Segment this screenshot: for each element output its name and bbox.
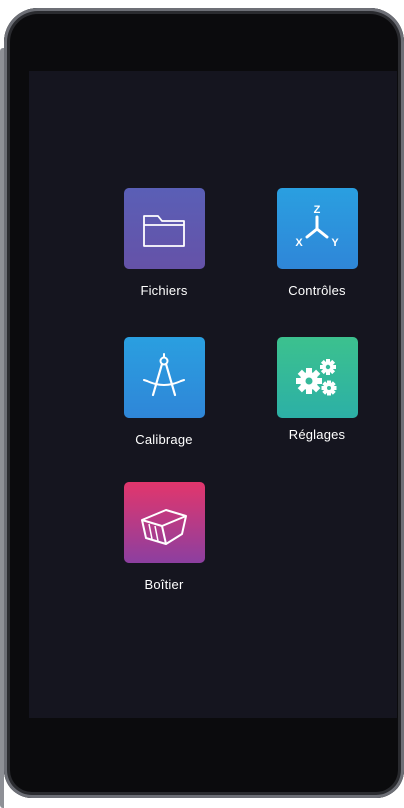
axis-z-label: Z — [314, 204, 321, 216]
home-screen: Fichiers Z X Y Contrôles Calibrage Régla… — [29, 71, 397, 718]
compass-icon — [123, 337, 205, 418]
menu-label-controles: Contrôles — [288, 283, 346, 298]
menu-label-fichiers: Fichiers — [140, 283, 188, 298]
menu-tile-calibrage[interactable]: Calibrage — [104, 337, 224, 447]
axes-icon: Z X Y — [276, 188, 358, 269]
box-icon — [123, 482, 205, 563]
folder-icon — [123, 188, 205, 269]
menu-label-calibrage: Calibrage — [135, 432, 193, 447]
menu-tile-controles[interactable]: Z X Y Contrôles — [257, 188, 377, 298]
menu-tile-boitier[interactable]: Boîtier — [104, 482, 224, 592]
gears-icon — [276, 337, 358, 418]
menu-tile-reglages[interactable]: Réglages — [257, 337, 377, 442]
menu-label-reglages: Réglages — [288, 427, 346, 442]
axis-x-label: X — [295, 237, 303, 249]
device-frame: Fichiers Z X Y Contrôles Calibrage Régla… — [0, 8, 404, 808]
menu-label-boitier: Boîtier — [144, 577, 184, 592]
axis-y-label: Y — [331, 237, 339, 249]
menu-tile-fichiers[interactable]: Fichiers — [104, 188, 224, 298]
